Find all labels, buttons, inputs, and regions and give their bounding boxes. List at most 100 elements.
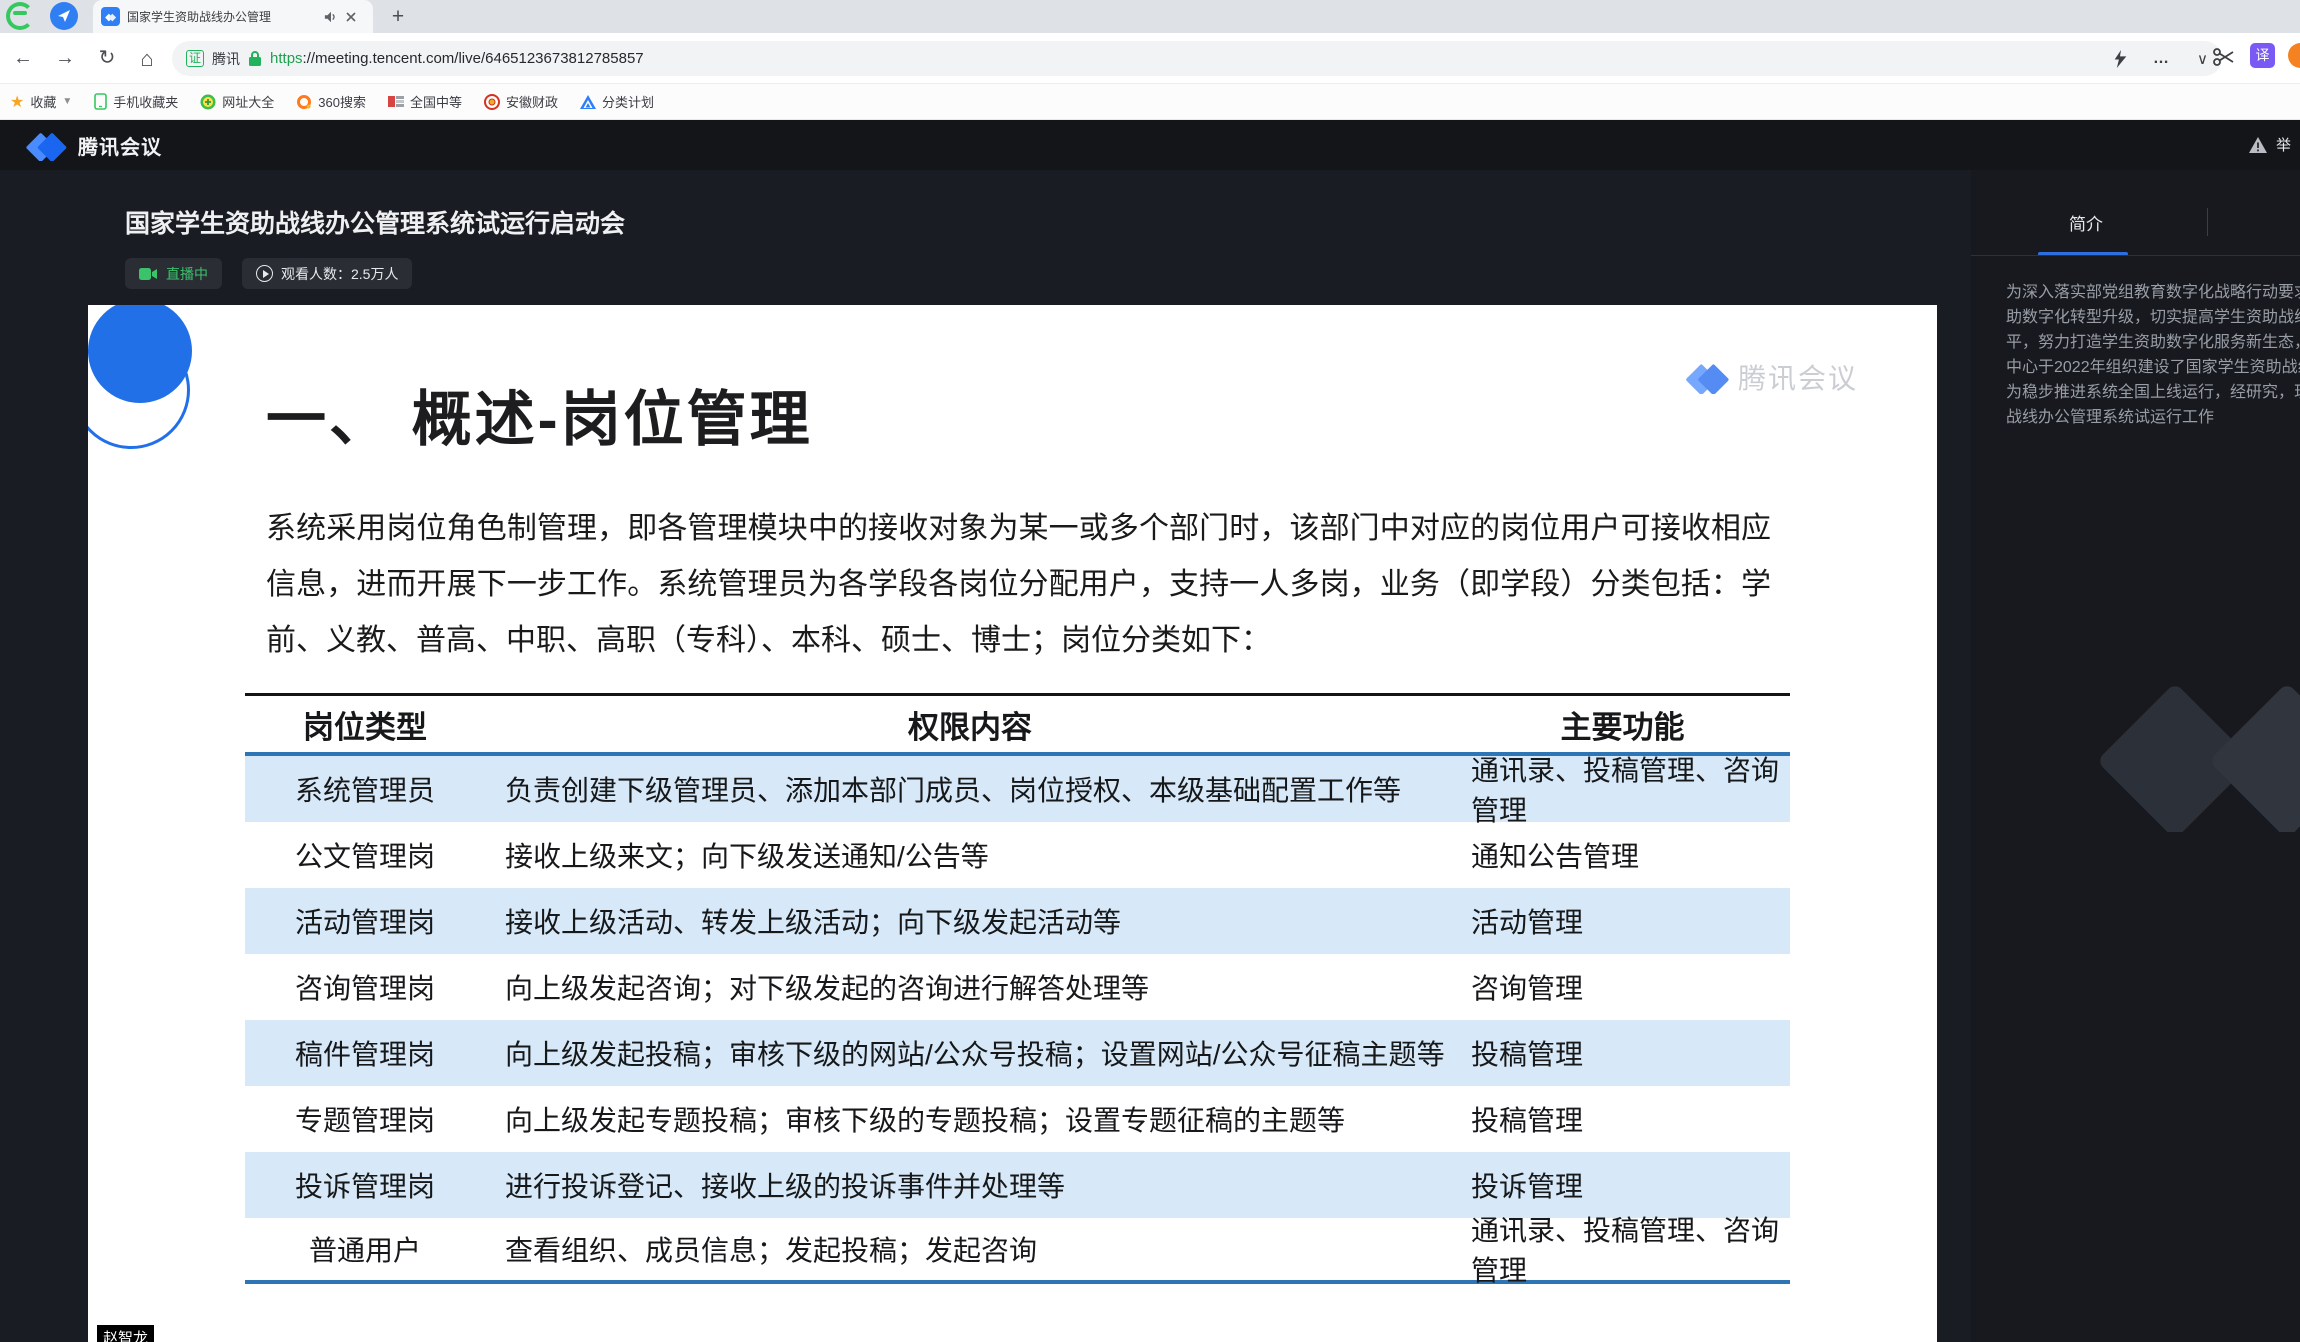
more-options-icon[interactable]: …	[2153, 50, 2171, 68]
column-header: 岗位类型	[245, 702, 485, 747]
table-header-row: 岗位类型 权限内容 主要功能	[245, 696, 1790, 756]
table-cell: 投稿管理	[1455, 1033, 1790, 1073]
home-icon[interactable]: ⌂	[134, 46, 160, 72]
column-header: 权限内容	[485, 702, 1455, 747]
brand-name: 腾讯会议	[78, 131, 162, 160]
slide-watermark: 腾讯会议	[1684, 357, 1858, 397]
bookmark-national-secondary[interactable]: 全国中等	[388, 92, 462, 111]
flag-icon	[388, 95, 404, 108]
table-cell: 投诉管理岗	[245, 1165, 485, 1205]
table-cell: 专题管理岗	[245, 1099, 485, 1139]
table-row: 专题管理岗 向上级发起专题投稿；审核下级的专题投稿；设置专题征稿的主题等 投稿管…	[245, 1086, 1790, 1152]
column-header: 主要功能	[1455, 702, 1790, 747]
table-cell: 投诉管理	[1455, 1165, 1790, 1205]
table-row: 公文管理岗 接收上级来文；向下级发送通知/公告等 通知公告管理	[245, 822, 1790, 888]
tab-close-icon[interactable]	[345, 11, 357, 23]
browser-tab-bar: 国家学生资助战线办公管理 +	[0, 0, 2300, 33]
back-icon[interactable]: ←	[10, 46, 36, 72]
table-cell: 普通用户	[245, 1229, 485, 1269]
table-cell: 进行投诉登记、接收上级的投诉事件并处理等	[485, 1165, 1455, 1205]
tab-audio-icon[interactable]	[324, 10, 338, 24]
tab-title: 国家学生资助战线办公管理	[127, 8, 317, 25]
lightning-icon[interactable]	[2114, 50, 2127, 68]
watermark-logo-icon	[2091, 662, 2300, 832]
emblem-icon	[484, 94, 500, 110]
table-cell: 向上级发起投稿；审核下级的网站/公众号投稿；设置网站/公众号征稿主题等	[485, 1033, 1455, 1073]
table-cell: 公文管理岗	[245, 835, 485, 875]
table-cell: 通知公告管理	[1455, 835, 1790, 875]
bookmark-site-directory[interactable]: 网址大全	[200, 92, 274, 111]
tencent-meeting-logo-icon	[1684, 360, 1730, 394]
translate-icon[interactable]: 译	[2250, 43, 2275, 68]
table-row: 活动管理岗 接收上级活动、转发上级活动；向下级发起活动等 活动管理	[245, 888, 1790, 954]
table-cell: 咨询管理	[1455, 967, 1790, 1007]
plus-circle-icon	[200, 94, 216, 110]
phone-icon	[94, 93, 107, 110]
speaker-name-tag: 赵智龙	[97, 1325, 154, 1342]
reload-icon[interactable]: ↻	[94, 46, 120, 72]
live-title: 国家学生资助战线办公管理系统试运行启动会	[125, 204, 625, 240]
warning-icon	[2248, 136, 2268, 154]
quick-launch-icon[interactable]	[50, 2, 78, 30]
table-cell: 咨询管理岗	[245, 967, 485, 1007]
table-cell: 稿件管理岗	[245, 1033, 485, 1073]
intro-text: 为深入落实部党组教育数字化战略行动要求， 助数字化转型升级，切实提高学生资助战线…	[2006, 280, 2300, 430]
table-cell: 通讯录、投稿管理、咨询管理	[1455, 1209, 1790, 1289]
ring-icon	[296, 94, 312, 110]
site-name: 腾讯	[212, 49, 240, 69]
chevron-down-icon[interactable]: ∨	[2197, 50, 2208, 68]
table-row: 稿件管理岗 向上级发起投稿；审核下级的网站/公众号投稿；设置网站/公众号征稿主题…	[245, 1020, 1790, 1086]
play-circle-icon	[256, 265, 273, 282]
address-bar-row: ← → ↻ ⌂ 证 腾讯 https://meeting.tencent.com…	[0, 33, 2300, 84]
info-sidebar: 简介 为深入落实部党组教育数字化战略行动要求， 助数字化转型升级，切实提高学生资…	[1971, 170, 2300, 1342]
camera-icon	[139, 267, 158, 281]
live-status-row: 直播中 观看人数：2.5万人	[125, 258, 412, 289]
extension-icon[interactable]	[2288, 43, 2300, 68]
triangle-icon	[580, 95, 596, 109]
table-cell: 系统管理员	[245, 769, 485, 809]
cert-badge: 证	[186, 50, 204, 67]
presentation-slide: 腾讯会议 一、 概述-岗位管理 系统采用岗位角色制管理，即各管理模块中的接收对象…	[88, 305, 1937, 1342]
tencent-meeting-logo-icon	[24, 129, 68, 161]
table-row: 普通用户 查看组织、成员信息；发起投稿；发起咨询 通讯录、投稿管理、咨询管理	[245, 1218, 1790, 1284]
table-cell: 活动管理	[1455, 901, 1790, 941]
live-page: 国家学生资助战线办公管理系统试运行启动会 直播中 观看人数：2.5万人	[0, 170, 2300, 1342]
lock-icon	[248, 50, 262, 67]
slide-paragraph: 系统采用岗位角色制管理，即各管理模块中的接收对象为某一或多个部门时，该部门中对应…	[266, 501, 1771, 669]
slide-title: 一、 概述-岗位管理	[266, 371, 813, 458]
tab-intro[interactable]: 简介	[2051, 210, 2121, 235]
bookmark-favorites[interactable]: ★ 收藏▼	[10, 92, 72, 112]
table-cell: 接收上级来文；向下级发送通知/公告等	[485, 835, 1455, 875]
url-text: https://meeting.tencent.com/live/6465123…	[270, 50, 644, 67]
live-status-badge: 直播中	[125, 258, 222, 289]
bookmarks-bar: ★ 收藏▼ 手机收藏夹 网址大全 360搜索	[0, 84, 2300, 120]
table-row: 咨询管理岗 向上级发起咨询；对下级发起的咨询进行解答处理等 咨询管理	[245, 954, 1790, 1020]
forward-icon[interactable]: →	[52, 46, 78, 72]
star-icon: ★	[10, 92, 24, 112]
browser-logo-icon[interactable]	[6, 2, 34, 30]
table-cell: 查看组织、成员信息；发起投稿；发起咨询	[485, 1229, 1455, 1269]
bookmark-classification-plan[interactable]: 分类计划	[580, 92, 654, 111]
table-cell: 活动管理岗	[245, 901, 485, 941]
new-tab-button[interactable]: +	[385, 4, 411, 30]
bookmark-360-search[interactable]: 360搜索	[296, 92, 366, 111]
report-button[interactable]: 举	[2248, 134, 2291, 155]
table-cell: 向上级发起咨询；对下级发起的咨询进行解答处理等	[485, 967, 1455, 1007]
meeting-header: 腾讯会议 举	[0, 120, 2300, 170]
url-bar[interactable]: 证 腾讯 https://meeting.tencent.com/live/64…	[172, 41, 2222, 76]
active-tab[interactable]: 国家学生资助战线办公管理	[93, 0, 373, 33]
table-cell: 负责创建下级管理员、添加本部门成员、岗位授权、本级基础配置工作等	[485, 769, 1455, 809]
table-cell: 通讯录、投稿管理、咨询管理	[1455, 749, 1790, 829]
screenshot-scissors-icon[interactable]	[2212, 45, 2236, 69]
table-cell: 向上级发起专题投稿；审核下级的专题投稿；设置专题征稿的主题等	[485, 1099, 1455, 1139]
browser-window: 国家学生资助战线办公管理 + ← → ↻ ⌂ 证 腾讯 https://meet…	[0, 0, 2300, 1342]
roles-table: 岗位类型 权限内容 主要功能 系统管理员 负责创建下级管理员、添加本部门成员、岗…	[245, 693, 1790, 1284]
bookmark-mobile-favorites[interactable]: 手机收藏夹	[94, 92, 178, 111]
sidebar-divider	[1971, 255, 2300, 256]
table-cell: 投稿管理	[1455, 1099, 1790, 1139]
table-cell: 接收上级活动、转发上级活动；向下级发起活动等	[485, 901, 1455, 941]
viewers-badge: 观看人数：2.5万人	[242, 258, 412, 289]
tab-divider	[2207, 208, 2208, 236]
table-row: 系统管理员 负责创建下级管理员、添加本部门成员、岗位授权、本级基础配置工作等 通…	[245, 756, 1790, 822]
bookmark-anhui-finance[interactable]: 安徽财政	[484, 92, 558, 111]
